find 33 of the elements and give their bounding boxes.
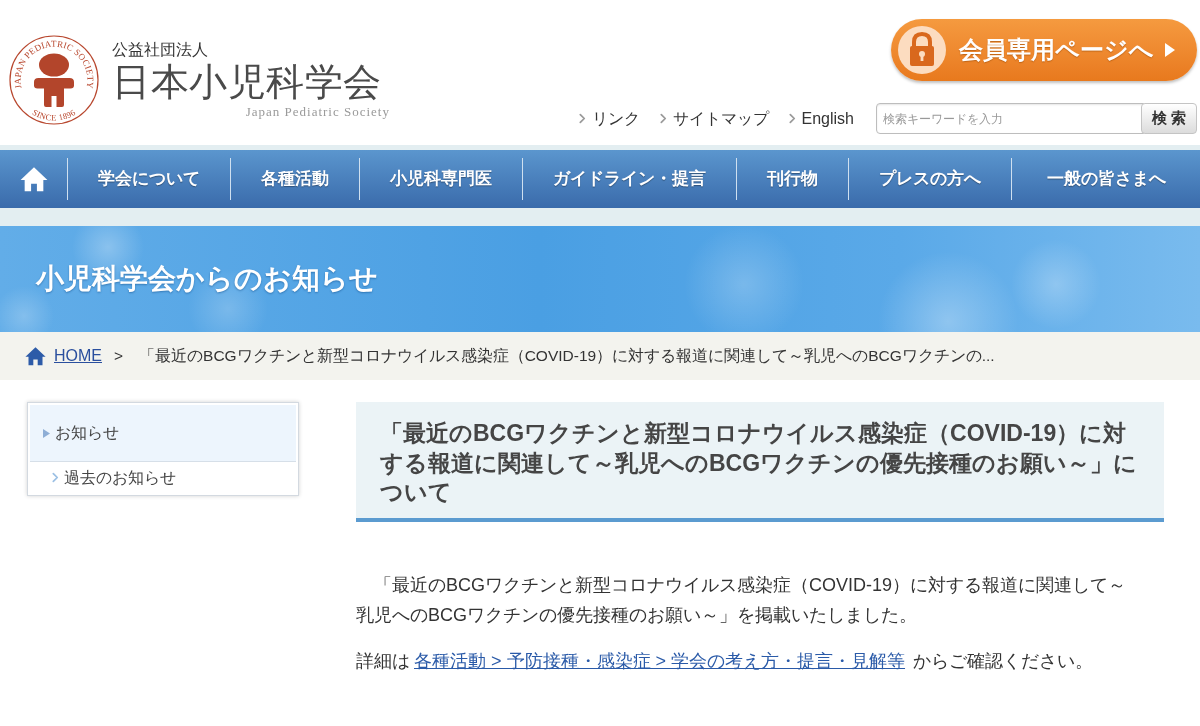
nav-item[interactable]: 一般の皆さまへ [1012, 166, 1200, 192]
breadcrumb-home-link[interactable]: HOME [54, 344, 102, 368]
chevron-right-icon [788, 113, 796, 124]
nav-item[interactable]: 各種活動 [231, 166, 359, 192]
search-button[interactable]: 検 索 [1141, 103, 1197, 134]
category-link[interactable]: 各種活動 > 予防接種・感染症 > 学会の考え方・提言・見解等 [414, 650, 906, 671]
article-body-text: 「最近のBCGワクチンと新型コロナウイルス感染症（COVID-19）に対する報道に関連して～乳児へのBCGワクチンの優先接種のお願い～」を掲載いたしました。 [356, 573, 1128, 627]
home-icon [19, 166, 48, 192]
padlock-icon [897, 25, 947, 75]
chevron-right-icon [659, 113, 667, 124]
chevron-right-icon [578, 113, 586, 124]
nav-item[interactable]: プレスの方へ [849, 166, 1011, 192]
play-triangle-icon [1165, 43, 1175, 57]
sidebar-item[interactable]: お知らせ [30, 405, 296, 461]
home-icon [25, 346, 46, 366]
nav-item[interactable]: ガイドライン・提言 [523, 166, 736, 192]
header-link[interactable]: サイトマップ [659, 106, 769, 131]
header-link[interactable]: English [788, 106, 854, 131]
article-title: 「最近のBCGワクチンと新型コロナウイルス感染症（COVID-19）に対する報道に関連して～乳児へのBCGワクチンの優先接種のお願い～」について [380, 419, 1138, 507]
nav-item[interactable]: 刊行物 [737, 166, 848, 192]
header-link[interactable]: リンク [578, 106, 640, 131]
nav-item[interactable]: 小児科専門医 [360, 166, 522, 192]
detail-text: 詳細は 各種活動 > 予防接種・感染症 > 学会の考え方・提言・見解等 からご確認ください。 [356, 649, 1095, 673]
banner-title: 小児科学会からのお知らせ [36, 262, 378, 296]
triangle-marker-icon [43, 428, 50, 438]
chevron-right-icon [52, 472, 59, 483]
org-type: 公益社団法人 [112, 39, 209, 60]
org-name-english: Japan Pediatric Society [245, 103, 390, 120]
nav-item[interactable]: 学会について [68, 166, 230, 192]
breadcrumb-current: 「最近のBCGワクチンと新型コロナウイルス感染症（COVID-19）に対する報道に関連して～乳児へのBCGワクチンの... [139, 346, 995, 367]
breadcrumb-separator: > [114, 346, 124, 367]
org-name: 日本小児科学会 [112, 59, 383, 104]
search-field[interactable]: 検索キーワードを入力 [876, 103, 1144, 134]
